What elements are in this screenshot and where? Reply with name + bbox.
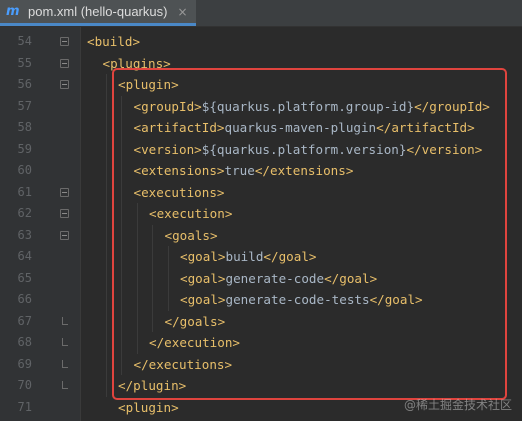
- xml-text: ${quarkus.platform.version}: [201, 141, 407, 157]
- xml-tag: <executions>: [133, 184, 225, 200]
- code-line[interactable]: <groupId>${quarkus.platform.group-id}</g…: [134, 96, 490, 118]
- fold-end-icon[interactable]: [62, 381, 68, 389]
- xml-text: true: [224, 163, 255, 178]
- indent-guide: [136, 203, 138, 354]
- xml-text: build: [225, 249, 264, 264]
- xml-tag: </version>: [406, 141, 483, 157]
- xml-tag: </goal>: [369, 292, 423, 307]
- code-line[interactable]: <goal>build</goal>: [180, 246, 317, 268]
- line-number: 55: [17, 55, 32, 70]
- xml-tag: <goals>: [164, 227, 218, 243]
- indent-guide: [121, 95, 122, 375]
- xml-tag: <goal>: [180, 292, 226, 307]
- fold-icon[interactable]: [60, 80, 69, 89]
- line-number: 63: [17, 227, 32, 242]
- fold-icon[interactable]: [60, 37, 69, 46]
- line-number: 71: [17, 399, 32, 414]
- xml-tag: </goal>: [263, 249, 317, 264]
- xml-tag: <extensions>: [133, 163, 225, 178]
- code-line[interactable]: </executions>: [134, 354, 233, 376]
- line-number: 59: [17, 141, 32, 156]
- line-number: 62: [17, 206, 32, 220]
- code-line[interactable]: <goal>generate-code-tests</goal>: [180, 289, 423, 311]
- xml-tag: </plugin>: [118, 378, 187, 393]
- line-number: 67: [17, 313, 32, 328]
- xml-tag: <goal>: [180, 270, 226, 286]
- xml-tag: <execution>: [149, 206, 233, 221]
- fold-icon[interactable]: [60, 187, 69, 197]
- xml-text: quarkus-maven-plugin: [224, 120, 377, 135]
- line-number: 54: [17, 34, 32, 48]
- watermark: @稀土掘金技术社区: [403, 398, 512, 412]
- xml-tag: </goal>: [324, 270, 378, 286]
- xml-tag: <version>: [133, 141, 202, 157]
- xml-tag: <plugins>: [102, 55, 171, 71]
- maven-icon: m: [6, 3, 20, 19]
- fold-end-icon[interactable]: [62, 338, 68, 346]
- xml-tag: </execution>: [149, 335, 240, 350]
- code-line[interactable]: </plugin>: [118, 375, 186, 397]
- xml-text: generate-code-tests: [225, 292, 370, 307]
- line-number-gutter: 54 55 56 57 58 59 60 61 62 63 64 65 66 67 68 69 70 71: [0, 27, 81, 421]
- line-number: 70: [17, 378, 32, 392]
- code-editor[interactable]: <build> <plugins> <plugin> <groupId>${quark…: [81, 27, 522, 421]
- xml-text: ${quarkus.platform.group-id}: [201, 98, 415, 114]
- xml-tag: <groupId>: [133, 98, 202, 114]
- line-number: 57: [17, 98, 32, 113]
- xml-tag: </goals>: [164, 313, 226, 329]
- tab-label: pom.xml (hello-quarkus): [28, 4, 168, 19]
- xml-tag: </extensions>: [254, 163, 354, 178]
- xml-tag: <plugin>: [118, 77, 179, 92]
- line-number: 58: [17, 120, 32, 134]
- code-line[interactable]: <plugin>: [118, 74, 179, 96]
- fold-end-icon[interactable]: [62, 359, 68, 368]
- code-line[interactable]: <extensions>true</extensions>: [134, 160, 354, 182]
- fold-icon[interactable]: [60, 58, 69, 68]
- code-line[interactable]: <version>${quarkus.platform.version}</ve…: [134, 139, 483, 161]
- code-line[interactable]: </goals>: [165, 311, 226, 333]
- code-line[interactable]: <plugin>: [118, 397, 179, 419]
- fold-icon[interactable]: [60, 209, 69, 218]
- line-number: 65: [17, 270, 32, 285]
- line-number: 66: [17, 292, 32, 306]
- indent-guide: [152, 224, 153, 332]
- code-line[interactable]: <build>: [87, 31, 140, 53]
- line-number: 60: [17, 163, 32, 177]
- xml-tag: <goal>: [180, 249, 226, 264]
- tab-pom-xml[interactable]: m pom.xml (hello-quarkus) ×: [0, 0, 196, 26]
- xml-tag: </artifactId>: [376, 120, 475, 135]
- ide-window: m pom.xml (hello-quarkus) × 54 55 56 57 58 59…: [0, 0, 522, 421]
- code-line[interactable]: <execution>: [149, 203, 232, 225]
- xml-text: generate-code: [225, 270, 325, 286]
- code-line[interactable]: <goal>generate-code</goal>: [180, 268, 377, 290]
- line-number: 64: [17, 249, 32, 263]
- code-line[interactable]: <plugins>: [103, 53, 171, 75]
- fold-end-icon[interactable]: [62, 316, 68, 325]
- code-line[interactable]: <artifactId>quarkus-maven-plugin</artifa…: [134, 117, 475, 139]
- close-icon[interactable]: ×: [177, 6, 187, 18]
- fold-icon[interactable]: [60, 230, 69, 240]
- indent-guide: [167, 246, 169, 311]
- xml-tag: <plugin>: [118, 399, 179, 415]
- line-number: 56: [17, 77, 32, 91]
- line-number: 68: [17, 335, 32, 349]
- xml-tag: </executions>: [133, 356, 233, 372]
- line-number: 61: [17, 184, 32, 199]
- xml-tag: <build>: [87, 34, 141, 49]
- indent-guide: [105, 74, 107, 397]
- xml-tag: <artifactId>: [133, 120, 225, 135]
- code-line[interactable]: <goals>: [165, 225, 218, 247]
- line-number: 69: [17, 356, 32, 371]
- editor-tab-bar: m pom.xml (hello-quarkus) ×: [0, 0, 522, 27]
- code-line[interactable]: </execution>: [149, 332, 240, 354]
- xml-tag: </groupId>: [414, 98, 490, 114]
- code-line[interactable]: <executions>: [134, 182, 225, 204]
